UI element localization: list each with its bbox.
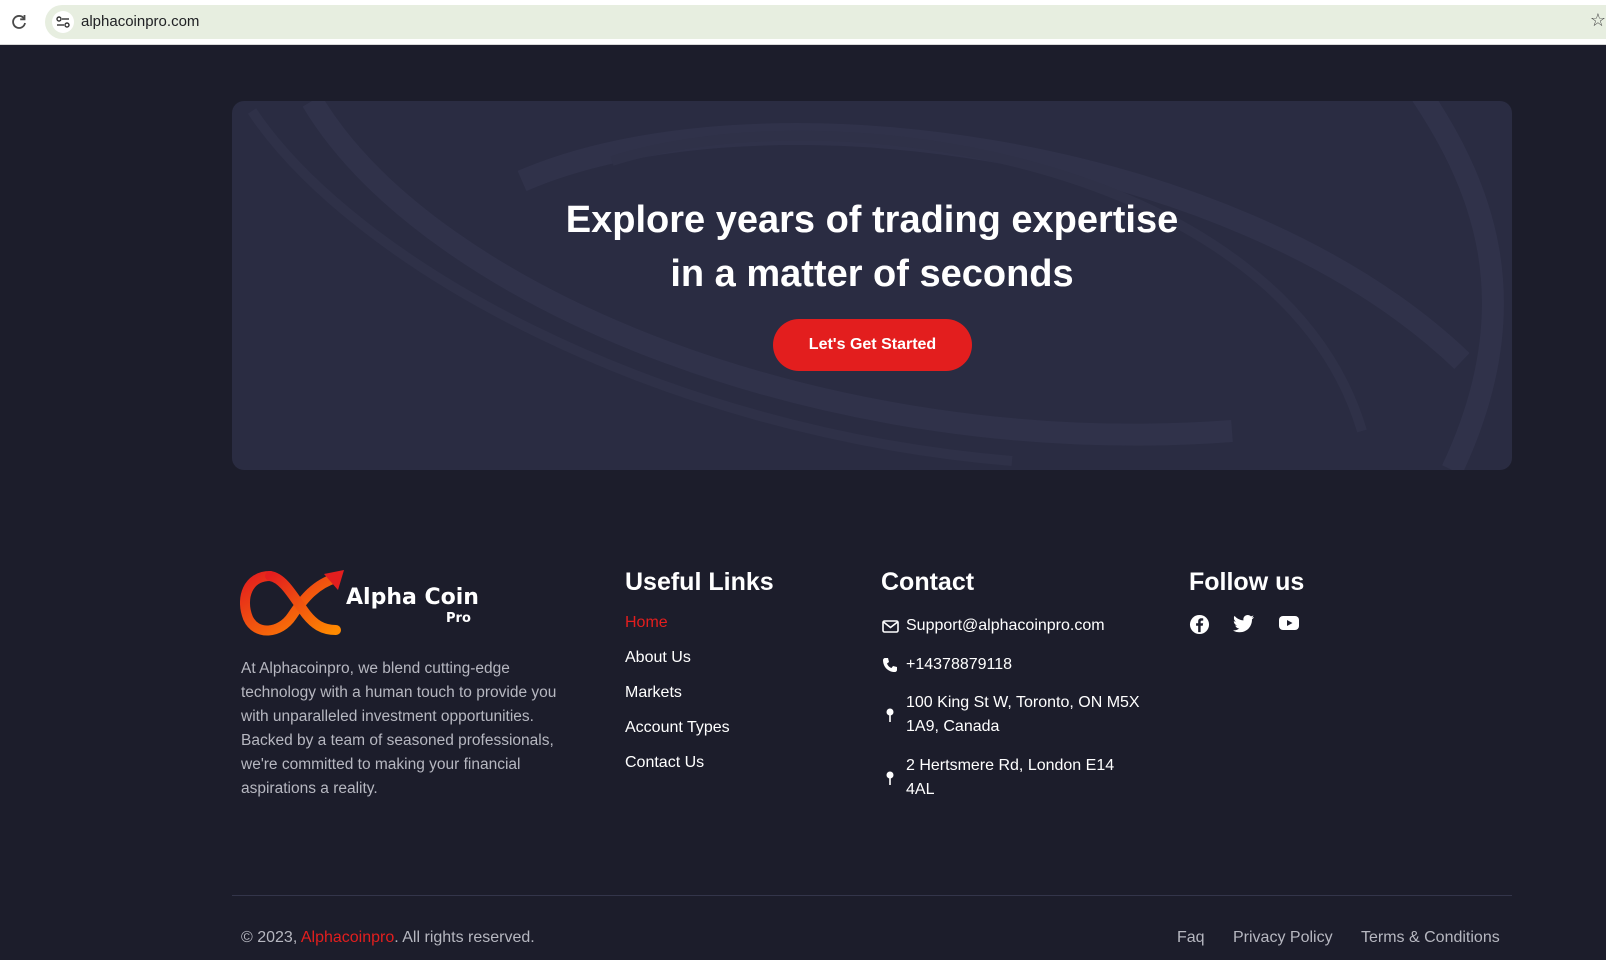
contact-phone[interactable]: +14378879118 [906, 653, 1141, 677]
copyright-prefix: © 2023, [241, 929, 301, 946]
contact-address-london: 2 Hertsmere Rd, London E14 4AL [906, 757, 1115, 798]
site-info-icon[interactable] [52, 11, 74, 33]
terms-conditions-link[interactable]: Terms & Conditions [1361, 929, 1500, 947]
hero-title: Explore years of trading expertise in a … [232, 193, 1512, 301]
contact-title: Contact [881, 568, 975, 596]
browser-toolbar: alphacoinpro.com ☆ [0, 0, 1606, 45]
about-text: At Alphacoinpro, we blend cutting-edge t… [241, 660, 557, 797]
bookmark-star-icon[interactable]: ☆ [1590, 10, 1606, 31]
footer-link-about-us[interactable]: About Us [625, 648, 730, 683]
brand-logo[interactable]: Alpha Coin Pro [240, 568, 480, 640]
facebook-icon[interactable] [1189, 614, 1211, 636]
footer-link-markets[interactable]: Markets [625, 683, 730, 718]
contact-address-toronto: 100 King St W, Toronto, ON M5X 1A9, Cana… [906, 694, 1140, 735]
footer-link-account-types[interactable]: Account Types [625, 718, 730, 753]
logo-wordmark-pro: Pro [446, 611, 471, 626]
hero-banner: Explore years of trading expertise in a … [232, 101, 1512, 470]
twitter-icon[interactable] [1233, 614, 1255, 636]
phone-icon [881, 656, 899, 674]
reload-icon[interactable] [9, 12, 29, 32]
contact-email[interactable]: Support@alphacoinpro.com [906, 614, 1141, 638]
contact-email-row[interactable]: Support@alphacoinpro.com [881, 614, 1141, 638]
contact-address-toronto-row: 100 King St W, Toronto, ON M5X 1A9, Cana… [881, 691, 1141, 739]
contact-address-london-row: 2 Hertsmere Rd, London E14 4AL [881, 754, 1141, 802]
address-bar[interactable]: alphacoinpro.com ☆ [45, 5, 1606, 39]
copyright-suffix: . All rights reserved. [394, 929, 535, 946]
footer-link-contact-us[interactable]: Contact Us [625, 753, 730, 788]
get-started-button[interactable]: Let's Get Started [773, 319, 972, 371]
privacy-policy-link[interactable]: Privacy Policy [1233, 929, 1333, 947]
useful-links-title: Useful Links [625, 568, 774, 596]
hero-title-line2: in a matter of seconds [670, 253, 1074, 295]
location-pin-icon [881, 769, 899, 787]
follow-us-title: Follow us [1189, 568, 1305, 596]
copyright-brand-link[interactable]: Alphacoinpro [301, 929, 394, 946]
contact-phone-row[interactable]: +14378879118 [881, 653, 1141, 677]
hero-title-line1: Explore years of trading expertise [565, 199, 1179, 241]
mail-icon [881, 617, 899, 635]
faq-link[interactable]: Faq [1177, 929, 1205, 947]
logo-wordmark: Alpha Coin [346, 585, 479, 610]
footer-divider [232, 895, 1512, 896]
youtube-icon[interactable] [1278, 614, 1300, 636]
copyright-text: © 2023, Alphacoinpro. All rights reserve… [241, 929, 535, 947]
location-pin-icon [881, 706, 899, 724]
footer-link-home[interactable]: Home [625, 613, 730, 648]
useful-links-list: Home About Us Markets Account Types Cont… [625, 613, 730, 788]
url-text[interactable]: alphacoinpro.com [81, 13, 199, 30]
